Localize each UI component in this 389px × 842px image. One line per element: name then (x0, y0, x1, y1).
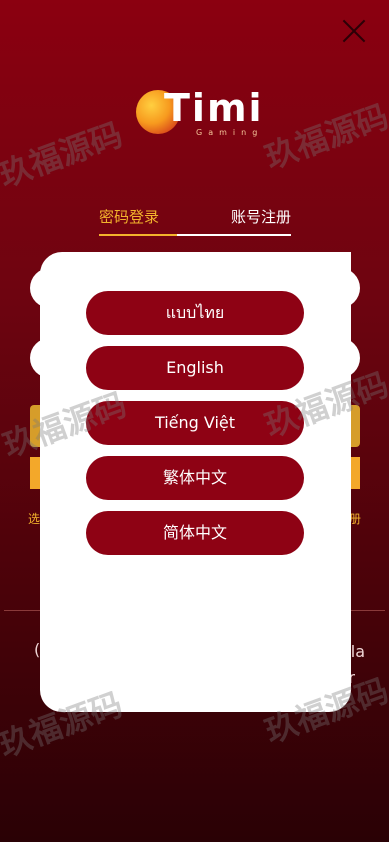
language-modal: แบบไทย English Tiếng Việt 繁体中文 简体中文 (40, 252, 351, 712)
logo: Timi Gaming (136, 86, 262, 140)
language-vietnamese-button[interactable]: Tiếng Việt (86, 401, 304, 445)
tab-password-login[interactable]: 密码登录 (99, 206, 159, 227)
logo-brand: Timi (164, 86, 264, 130)
watermark: 玖福源码 (0, 115, 128, 195)
language-thai-button[interactable]: แบบไทย (86, 291, 304, 335)
logo-subtitle: Gaming (196, 128, 264, 137)
language-simplified-chinese-button[interactable]: 简体中文 (86, 511, 304, 555)
remember-text: 选 (28, 512, 41, 526)
footer-text-right: la (350, 642, 365, 661)
close-icon[interactable] (341, 18, 367, 44)
auth-tabs: 密码登录 账号注册 (99, 206, 291, 236)
active-tab-indicator (99, 234, 177, 236)
watermark: 玖福源码 (260, 97, 389, 177)
language-traditional-chinese-button[interactable]: 繁体中文 (86, 456, 304, 500)
tab-account-register[interactable]: 账号注册 (231, 206, 291, 227)
language-english-button[interactable]: English (86, 346, 304, 390)
